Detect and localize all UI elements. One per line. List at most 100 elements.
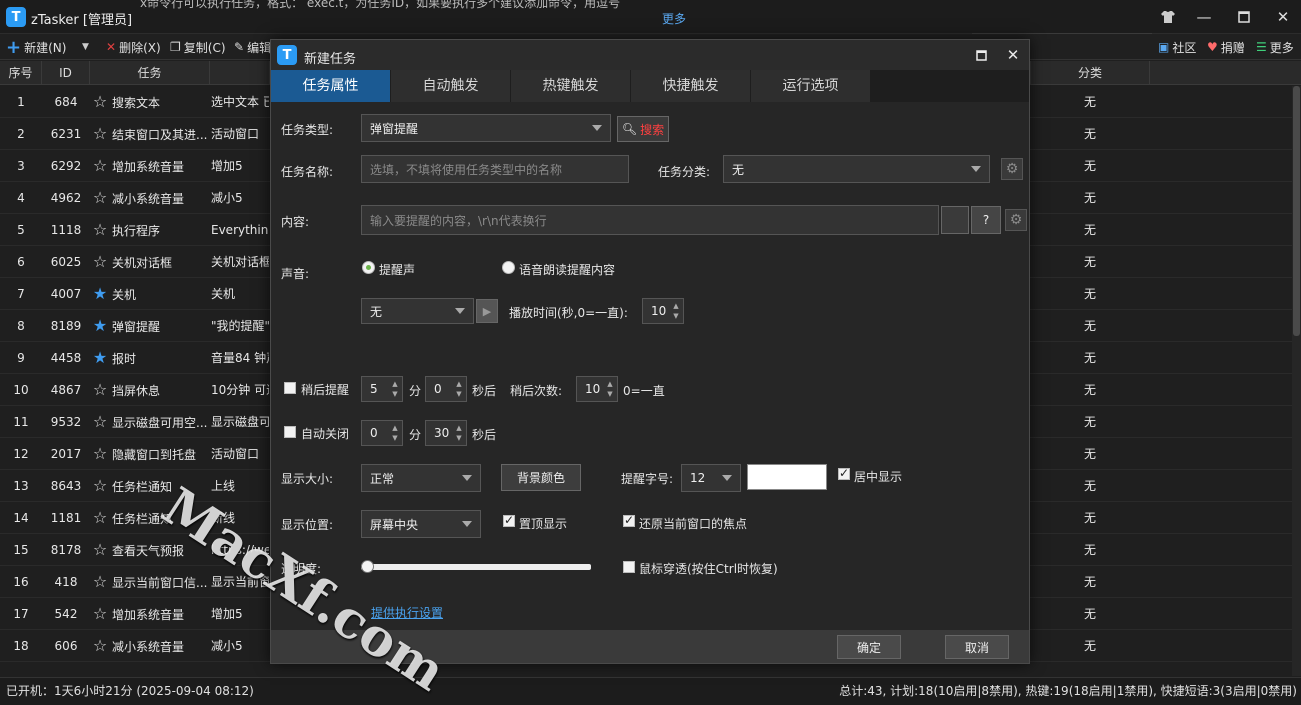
row-task-name-text: 关机 [112,288,137,302]
task-category-value: 无 [732,162,745,177]
skin-icon[interactable] [1150,0,1186,34]
row-category: 无 [1083,543,1096,557]
task-name-input[interactable]: 选填，不填将使用任务类型中的名称 [361,155,629,183]
table-scrollbar[interactable] [1292,86,1301,676]
star-outline-icon[interactable]: ☆ [92,470,108,502]
copy-button[interactable]: ❐ 复制(C) [170,38,226,56]
row-task-name: ☆ 任务栏通知 [92,470,210,503]
task-category-select[interactable]: 无 [723,155,990,183]
star-outline-icon[interactable]: ☆ [92,630,108,662]
star-outline-icon[interactable]: ☆ [92,406,108,438]
ok-button[interactable]: 确定 [837,635,901,659]
row-task-name: ☆ 搜索文本 [92,86,210,119]
radio-tts[interactable] [502,261,515,274]
star-outline-icon[interactable]: ☆ [92,86,108,118]
tab-task-properties[interactable]: 任务属性 [271,70,391,102]
radio-beep[interactable] [362,261,375,274]
star-outline-icon[interactable]: ☆ [92,214,108,246]
scrollbar-thumb[interactable] [1293,86,1300,336]
autoclose-sec-spinner[interactable]: 30 ▲ ▼ [425,420,467,446]
star-outline-icon[interactable]: ☆ [92,502,108,534]
size-select[interactable]: 正常 [361,464,481,492]
maximize-icon[interactable] [1226,0,1262,34]
col-id[interactable]: ID [42,61,90,85]
tab-hotkey-trigger[interactable]: 热键触发 [511,70,631,102]
play-icon[interactable]: ▶ [476,299,498,323]
cancel-button[interactable]: 取消 [945,635,1009,659]
col-category[interactable]: 分类 [1030,61,1150,85]
star-outline-icon[interactable]: ☆ [92,150,108,182]
click-through-checkbox[interactable] [623,561,635,573]
click-through-label: 鼠标穿透(按住Ctrl时恢复) [639,562,778,576]
center-checkbox[interactable] [838,466,850,480]
snooze-sec-spinner[interactable]: 0 ▲ ▼ [425,376,467,402]
dialog-logo-icon: T [277,45,297,65]
font-size-select[interactable]: 12 [681,464,741,492]
content-extra-button[interactable] [941,206,969,234]
new-button[interactable]: + 新建(N) [6,37,66,58]
row-desc: 音量84 钟声 [211,351,269,365]
star-outline-icon[interactable]: ☆ [92,534,108,566]
snooze-min-spinner[interactable]: 5 ▲ ▼ [361,376,403,402]
star-outline-icon[interactable]: ☆ [92,182,108,214]
star-filled-icon[interactable]: ★ [92,342,108,374]
new-dropdown-icon[interactable]: ▼ [82,38,89,56]
autoclose-min-spinner[interactable]: 0 ▲ ▼ [361,420,403,446]
more-link[interactable]: 更多 [662,10,686,27]
star-outline-icon[interactable]: ☆ [92,246,108,278]
close-icon[interactable]: ✕ [1265,0,1301,34]
restore-focus-checkbox[interactable] [623,513,635,527]
tab-quick-trigger[interactable]: 快捷触发 [631,70,751,102]
col-task[interactable]: 任务 [90,61,210,85]
row-task-name: ☆ 显示磁盘可用空... [92,406,210,439]
delete-button[interactable]: ✕ 删除(X) [106,38,161,56]
category-gear-icon[interactable]: ⚙ [1001,158,1023,180]
tab-auto-trigger[interactable]: 自动触发 [391,70,511,102]
minimize-icon[interactable]: — [1186,0,1222,34]
position-select[interactable]: 屏幕中央 [361,510,481,538]
star-outline-icon[interactable]: ☆ [92,598,108,630]
row-seq: 12 [13,447,29,461]
col-seq[interactable]: 序号 [0,61,42,85]
star-outline-icon[interactable]: ☆ [92,566,108,598]
color-swatch[interactable] [747,464,827,490]
col-desc[interactable] [210,61,270,85]
dialog-close-icon[interactable]: ✕ [1003,45,1023,65]
task-type-select[interactable]: 弹窗提醒 [361,114,611,142]
opacity-slider-thumb[interactable] [361,560,374,573]
autoclose-checkbox[interactable] [284,426,296,438]
content-input[interactable]: 输入要提醒的内容，\r\n代表换行 [361,205,939,235]
snooze-label: 稍后提醒 [301,383,350,397]
more-button[interactable]: ☰ 更多 [1256,38,1294,56]
donate-button[interactable]: ♥ 捐赠 [1207,38,1245,56]
star-filled-icon[interactable]: ★ [92,278,108,310]
topmost-checkbox[interactable] [503,513,515,527]
row-seq: 5 [17,223,25,237]
row-seq: 15 [13,543,29,557]
play-time-spinner[interactable]: 10 ▲ ▼ [642,298,684,324]
advanced-settings-link[interactable]: 提供执行设置 [371,604,443,621]
tab-run-options[interactable]: 运行选项 [751,70,871,102]
snooze-count-value: 10 [585,382,601,396]
row-category: 无 [1083,447,1096,461]
opacity-slider[interactable] [361,560,591,573]
star-outline-icon[interactable]: ☆ [92,438,108,470]
row-category: 无 [1083,255,1096,269]
search-type-button[interactable]: 🔍︎ 搜索 [617,116,669,142]
sound-select[interactable]: 无 [361,298,474,324]
star-outline-icon[interactable]: ☆ [92,374,108,406]
star-outline-icon[interactable]: ☆ [92,118,108,150]
content-gear-icon[interactable]: ⚙ [1005,209,1027,231]
snooze-count-spinner[interactable]: 10 ▲ ▼ [576,376,618,402]
edit-button[interactable]: ✎ 编辑 [234,38,271,56]
row-id: 1181 [50,511,82,525]
row-seq: 1 [17,95,25,109]
star-filled-icon[interactable]: ★ [92,310,108,342]
row-id: 542 [54,607,78,621]
bg-color-button[interactable]: 背景颜色 [501,464,581,491]
snooze-checkbox[interactable] [284,382,296,394]
dialog-maximize-icon[interactable] [971,45,991,65]
help-button[interactable]: ? [971,206,1001,234]
community-button[interactable]: ▣ 社区 [1158,38,1196,56]
row-category: 无 [1083,223,1096,237]
